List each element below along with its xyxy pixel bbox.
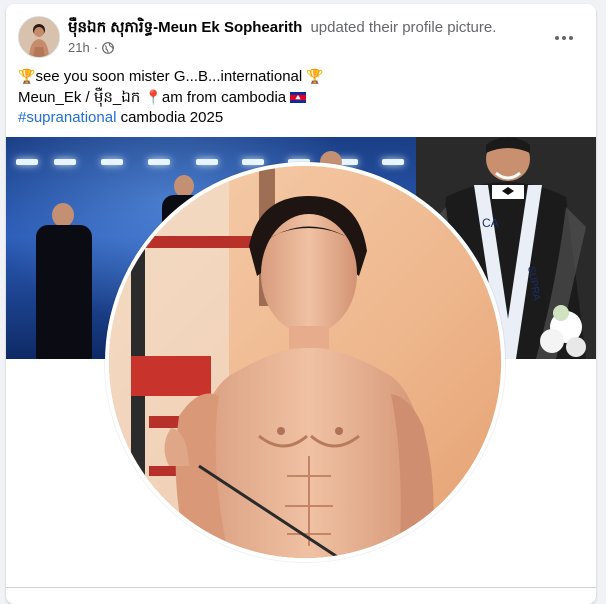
post-timestamp[interactable]: 21h [68,40,90,55]
profile-picture-media[interactable]: CA SUPRA [6,137,596,591]
message-line-2-text-b: am from cambodia [161,89,291,106]
meta-separator: · [93,40,99,55]
message-line-1: 🏆see you soon mister G...B...internation… [18,66,584,87]
message-line-2: Meun_Ek / ម៉ឺន_ឯក 📍am from cambodia [18,87,584,108]
round-pushpin-icon: 📍 [144,89,162,105]
stage-light [242,159,264,165]
post-header: ម៉ឺនឯក សុភារិទ្ធ-Meun Ek Sophearith upda… [16,14,586,58]
message-line-3: #supranational cambodia 2025 [18,108,584,128]
post-message: 🏆see you soon mister G...B...internation… [18,66,584,128]
stage-light [54,159,76,165]
author-name-link[interactable]: ម៉ឺនឯក សុភារិទ្ធ-Meun Ek Sophearith [68,19,302,36]
feed-post: ម៉ឺនឯក សុភារិទ្ធ-Meun Ek Sophearith upda… [6,4,596,604]
person-head [52,203,74,227]
hashtag-link[interactable]: #supranational [18,109,116,126]
trophy-icon: 🏆 [306,68,324,84]
stage-light [148,159,170,165]
post-action-text: updated their profile picture. [310,19,497,36]
person-figure [36,225,92,359]
more-options-icon[interactable] [546,20,582,56]
stage-light [196,159,218,165]
post-meta: 21h · [68,40,114,55]
stage-light [382,159,404,165]
profile-photo[interactable] [105,162,505,562]
trophy-icon: 🏆 [18,68,36,84]
stage-light [16,159,38,165]
cambodia-flag-icon [290,89,307,103]
message-line-1-text: see you soon mister G...B...internationa… [35,68,307,85]
post-title-line: ម៉ឺនឯក សុភារិទ្ធ-Meun Ek Sophearith upda… [68,18,496,40]
author-avatar[interactable] [18,16,60,58]
message-line-3-text: cambodia 2025 [116,109,224,126]
message-line-2-text-a: Meun_Ek / ម៉ឺន_ឯក [18,89,145,106]
globe-icon[interactable] [102,41,114,54]
stage-light [101,159,123,165]
post-divider [6,587,596,588]
